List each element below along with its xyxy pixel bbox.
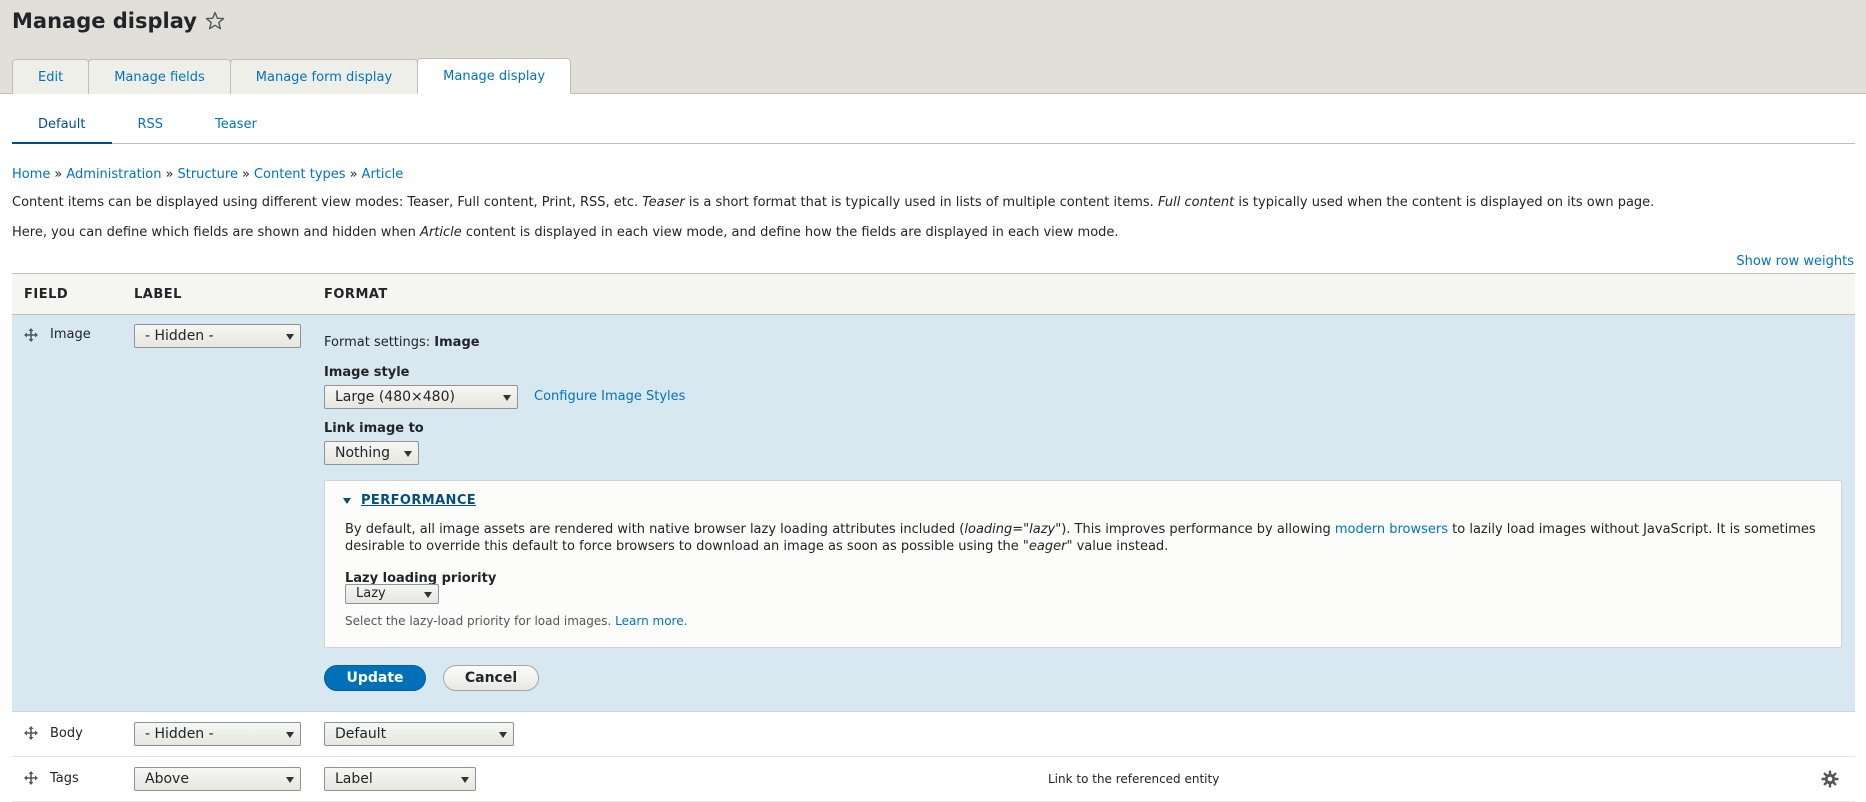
- field-name: Body: [50, 726, 83, 741]
- update-button[interactable]: Update: [324, 665, 426, 691]
- label-select[interactable]: Above: [134, 767, 301, 791]
- drag-handle-icon[interactable]: [24, 726, 38, 740]
- link-image-select[interactable]: Nothing: [324, 441, 419, 465]
- subtab-teaser[interactable]: Teaser: [189, 110, 283, 144]
- intro-text: Content items can be displayed using dif…: [12, 195, 643, 210]
- breadcrumb-home[interactable]: Home: [12, 167, 50, 182]
- performance-title: PERFORMANCE: [361, 493, 477, 508]
- performance-description: By default, all image assets are rendere…: [345, 521, 1825, 555]
- performance-details: PERFORMANCE By default, all image assets…: [324, 480, 1842, 648]
- select-value: Nothing: [335, 445, 391, 461]
- tab-manage-display[interactable]: Manage display: [417, 58, 572, 94]
- subtab-default[interactable]: Default: [12, 110, 112, 144]
- chevron-down-icon: [424, 592, 432, 598]
- format-summary: Link to the referenced entity: [1048, 772, 1220, 786]
- breadcrumb-separator: »: [349, 167, 358, 182]
- chevron-down-icon: [286, 334, 294, 340]
- format-settings-prefix: Format settings:: [324, 335, 435, 350]
- breadcrumb-content-types[interactable]: Content types: [254, 167, 346, 182]
- lazy-loading-select[interactable]: Lazy: [345, 584, 439, 604]
- secondary-tabs: Default RSS Teaser: [12, 110, 1855, 144]
- format-settings-name: Image: [434, 335, 480, 350]
- column-header-format: FORMAT: [324, 286, 388, 302]
- chevron-down-icon: [404, 451, 412, 457]
- primary-tabs: Edit Manage fields Manage form display M…: [12, 58, 572, 94]
- label-select[interactable]: - Hidden -: [134, 722, 301, 746]
- column-header-label: LABEL: [134, 286, 182, 302]
- cancel-button[interactable]: Cancel: [443, 665, 539, 691]
- drag-handle-icon[interactable]: [24, 328, 38, 342]
- breadcrumb-structure[interactable]: Structure: [177, 167, 237, 182]
- chevron-down-icon: [286, 777, 294, 783]
- breadcrumb-administration[interactable]: Administration: [66, 167, 161, 182]
- breadcrumb-separator: »: [54, 167, 63, 182]
- chevron-down-icon: [503, 395, 511, 401]
- format-select[interactable]: Default: [324, 722, 514, 746]
- drag-handle-icon[interactable]: [24, 771, 38, 785]
- intro-text: is a short format that is typically used…: [684, 195, 1158, 210]
- select-value: Label: [335, 771, 373, 787]
- star-icon[interactable]: [205, 11, 225, 31]
- breadcrumb-article[interactable]: Article: [362, 167, 404, 182]
- desc-text: " value instead.: [1066, 539, 1169, 554]
- table-row-tags: Tags Above Label Link to the referenced …: [12, 757, 1855, 802]
- subtab-rss[interactable]: RSS: [112, 110, 190, 144]
- desc-emphasis: eager: [1028, 539, 1067, 554]
- help-text: Select the lazy-load priority for load i…: [345, 614, 616, 628]
- select-value: Lazy: [356, 586, 386, 601]
- configure-image-styles-link[interactable]: Configure Image Styles: [534, 389, 685, 404]
- learn-more-link[interactable]: Learn more.: [615, 614, 687, 628]
- intro-text: Here, you can define which fields are sh…: [12, 225, 421, 240]
- intro-paragraph-1: Content items can be displayed using dif…: [12, 194, 1654, 212]
- triangle-down-icon: [343, 497, 351, 504]
- desc-code: loading="lazy": [964, 522, 1062, 537]
- tab-manage-form-display[interactable]: Manage form display: [229, 59, 419, 94]
- column-header-field: FIELD: [24, 286, 69, 302]
- intro-text: is typically used when the content is di…: [1234, 195, 1655, 210]
- gear-icon[interactable]: [1821, 770, 1839, 788]
- tab-edit[interactable]: Edit: [12, 59, 90, 94]
- intro-emphasis: Full content: [1157, 195, 1235, 210]
- tab-manage-fields[interactable]: Manage fields: [88, 59, 231, 94]
- image-style-label: Image style: [324, 365, 410, 380]
- lazy-loading-help: Select the lazy-load priority for load i…: [345, 614, 687, 628]
- chevron-down-icon: [286, 732, 294, 738]
- table-row-image: Image - Hidden - Format settings: Image …: [12, 315, 1855, 712]
- intro-text: content is displayed in each view mode, …: [461, 225, 1119, 240]
- chevron-down-icon: [499, 732, 507, 738]
- label-select[interactable]: - Hidden -: [134, 324, 301, 348]
- select-value: Above: [145, 771, 189, 787]
- intro-emphasis: Teaser: [642, 195, 685, 210]
- performance-summary[interactable]: PERFORMANCE: [343, 493, 476, 508]
- intro-paragraph-2: Here, you can define which fields are sh…: [12, 224, 1119, 242]
- page-header: Manage display Edit Manage fields Manage…: [0, 0, 1866, 94]
- show-row-weights-link[interactable]: Show row weights: [1736, 254, 1854, 269]
- select-value: Default: [335, 726, 387, 742]
- select-value: - Hidden -: [145, 328, 214, 344]
- intro-emphasis: Article: [420, 225, 462, 240]
- select-value: Large (480×480): [335, 389, 455, 405]
- image-style-select[interactable]: Large (480×480): [324, 385, 518, 409]
- breadcrumb-separator: »: [165, 167, 174, 182]
- table-header: FIELD LABEL FORMAT: [12, 273, 1855, 315]
- link-image-label: Link image to: [324, 421, 424, 436]
- breadcrumb-separator: »: [241, 167, 250, 182]
- page-title: Manage display: [12, 9, 225, 33]
- select-value: - Hidden -: [145, 726, 214, 742]
- format-select[interactable]: Label: [324, 767, 476, 791]
- desc-text: ). This improves performance by allowing: [1061, 522, 1335, 537]
- field-name: Image: [50, 327, 91, 342]
- fields-table: FIELD LABEL FORMAT Image - Hidden - Form…: [12, 273, 1855, 802]
- field-name: Tags: [50, 771, 79, 786]
- desc-text: By default, all image assets are rendere…: [345, 522, 965, 537]
- table-row-body: Body - Hidden - Default: [12, 712, 1855, 757]
- page-title-text: Manage display: [12, 9, 197, 33]
- modern-browsers-link[interactable]: modern browsers: [1335, 522, 1448, 537]
- format-settings-title: Format settings: Image: [324, 335, 480, 350]
- breadcrumb: Home» Administration» Structure» Content ty…: [12, 167, 403, 182]
- chevron-down-icon: [461, 777, 469, 783]
